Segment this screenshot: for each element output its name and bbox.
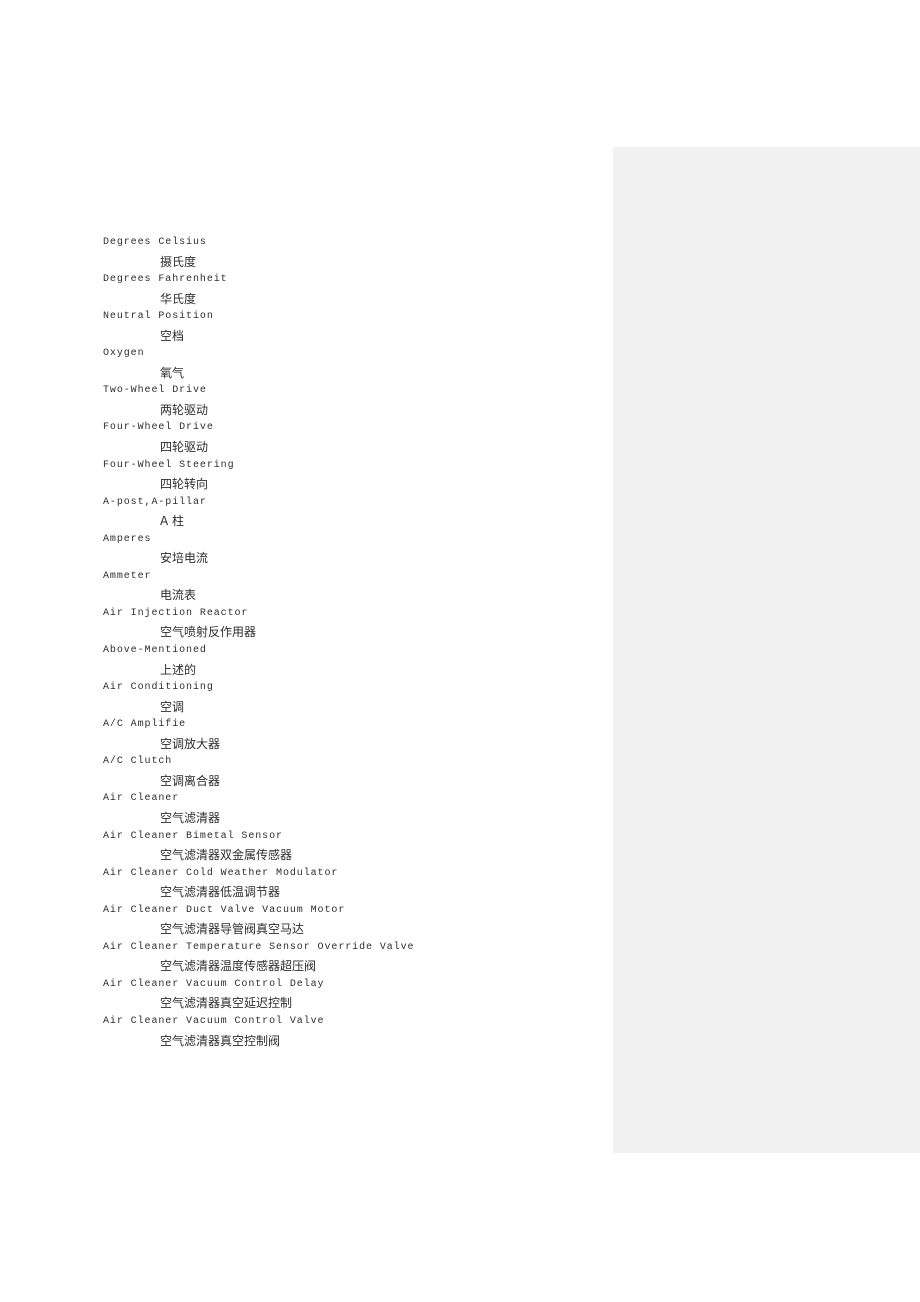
glossary-entry: Air Cleaner Vacuum Control Delay 空气滤清器真空延… [103,976,573,1013]
glossary-entry: Air Cleaner Bimetal Sensor 空气滤清器双金属传感器 [103,828,573,865]
glossary-entry: Four-Wheel Steering 四轮转向 [103,457,573,494]
glossary-term: Above-Mentioned [103,645,207,657]
glossary-list: Degrees Celsius 摄氏度 Degrees Fahrenheit 华氏度 N… [103,234,573,1050]
glossary-term: Amperes [103,533,152,545]
glossary-translation: 空调 [160,699,185,714]
glossary-entry: Air Cleaner Temperature Sensor Override … [103,939,573,976]
glossary-term: Four-Wheel Steering [103,459,235,471]
glossary-entry: Ammeter 电流表 [103,568,573,605]
glossary-entry: Oxygen 氧气 [103,345,573,382]
glossary-translation: 华氏度 [160,291,197,306]
glossary-term: Neutral Position [103,311,214,323]
glossary-entry: Amperes 安培电流 [103,531,573,568]
glossary-entry: Two-Wheel Drive 两轮驱动 [103,382,573,419]
glossary-translation: 空气喷射反作用器 [160,625,257,640]
glossary-term: Ammeter [103,570,152,582]
glossary-term: A/C Clutch [103,756,173,768]
glossary-entry: Four-Wheel Drive 四轮驱动 [103,419,573,456]
glossary-entry: A-post,A-pillar A 柱 [103,494,573,531]
glossary-entry: Air Cleaner Vacuum Control Valve 空气滤清器真空控… [103,1013,573,1050]
glossary-term: Air Cleaner [103,793,180,805]
glossary-term: Oxygen [103,348,145,360]
glossary-entry: Air Conditioning 空调 [103,679,573,716]
glossary-translation: 空气滤清器低温调节器 [160,885,281,900]
glossary-term: Degrees Fahrenheit [103,274,228,286]
glossary-term: Degrees Celsius [103,237,207,248]
right-side-panel [613,147,920,1153]
glossary-term: A-post,A-pillar [103,496,207,508]
glossary-translation: A 柱 [160,514,185,529]
glossary-term: Air Injection Reactor [103,607,249,619]
glossary-translation: 空调放大器 [160,736,221,751]
glossary-translation: 空气滤清器真空延迟控制 [160,996,293,1011]
glossary-entry: Air Cleaner Cold Weather Modulator 空气滤清器低… [103,865,573,902]
glossary-translation: 空气滤清器导管阀真空马达 [160,922,305,937]
glossary-translation: 安培电流 [160,551,209,566]
glossary-term: A/C Amplifie [103,719,187,731]
glossary-translation: 四轮驱动 [160,440,209,455]
glossary-term: Air Conditioning [103,682,214,694]
glossary-entry: Neutral Position 空档 [103,308,573,345]
glossary-term: Four-Wheel Drive [103,422,214,434]
glossary-entry: A/C Amplifie 空调放大器 [103,716,573,753]
glossary-term: Air Cleaner Temperature Sensor Override … [103,941,415,953]
glossary-term: Air Cleaner Bimetal Sensor [103,830,283,842]
glossary-translation: 空档 [160,328,185,343]
glossary-entry: Air Injection Reactor 空气喷射反作用器 [103,605,573,642]
glossary-entry: Air Cleaner 空气滤清器 [103,790,573,827]
glossary-translation: 空气滤清器真空控制阀 [160,1033,281,1048]
glossary-translation: 电流表 [160,588,197,603]
glossary-entry: Degrees Celsius 摄氏度 [103,234,573,271]
glossary-entry: A/C Clutch 空调离合器 [103,753,573,790]
glossary-translation: 空气滤清器双金属传感器 [160,848,293,863]
glossary-translation: 两轮驱动 [160,402,209,417]
glossary-term: Air Cleaner Duct Valve Vacuum Motor [103,904,346,916]
glossary-translation: 四轮转向 [160,477,209,492]
glossary-term: Air Cleaner Vacuum Control Valve [103,1015,325,1027]
glossary-entry: Air Cleaner Duct Valve Vacuum Motor 空气滤清器… [103,902,573,939]
glossary-entry: Degrees Fahrenheit 华氏度 [103,271,573,308]
glossary-translation: 空气滤清器温度传感器超压阀 [160,959,317,974]
glossary-term: Two-Wheel Drive [103,385,207,397]
glossary-entry: Above-Mentioned 上述的 [103,642,573,679]
glossary-translation: 空调离合器 [160,773,221,788]
glossary-term: Air Cleaner Cold Weather Modulator [103,867,339,879]
glossary-term: Air Cleaner Vacuum Control Delay [103,978,325,990]
glossary-translation: 空气滤清器 [160,810,221,825]
glossary-translation: 摄氏度 [160,254,197,269]
glossary-translation: 氧气 [160,365,185,380]
glossary-translation: 上述的 [160,662,197,677]
